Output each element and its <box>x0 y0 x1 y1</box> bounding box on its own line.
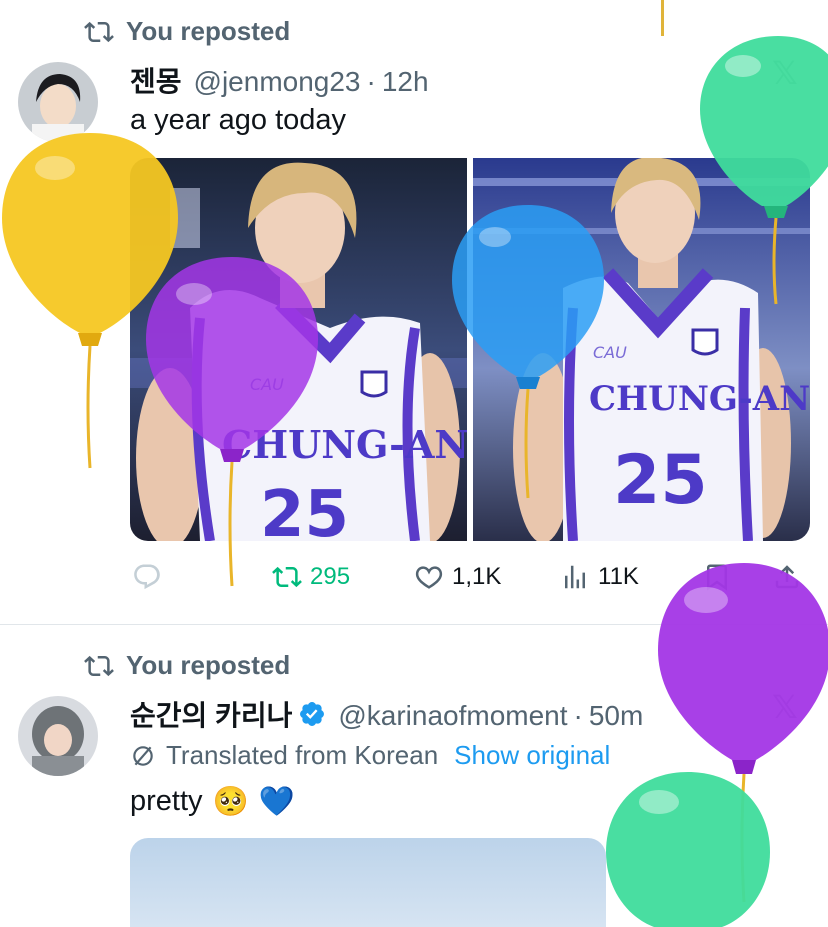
author-line: 젠몽 @jenmong23 · 12h <box>130 60 429 100</box>
avatar[interactable] <box>18 62 98 142</box>
separator: · <box>366 66 376 97</box>
display-name[interactable]: 순간의 카리나 <box>130 694 292 734</box>
repost-icon <box>272 566 302 588</box>
translation-notice: Translated from Korean Show original <box>130 740 610 771</box>
translated-label: Translated from Korean <box>166 740 439 770</box>
timestamp[interactable]: 50m <box>589 700 643 732</box>
jersey-team: CHUNG-ANG <box>589 379 810 419</box>
jersey-small-label: CAU <box>593 343 627 362</box>
tweet-text: a year ago today <box>130 104 347 136</box>
reply-button[interactable] <box>132 562 170 592</box>
repost-label: You reposted <box>126 16 291 46</box>
repost-indicator: You reposted <box>84 16 290 47</box>
jersey-small-label: CAU <box>250 375 284 394</box>
repost-button[interactable]: 295 <box>272 562 350 592</box>
media-image-1[interactable]: CAU CHUNG-ANG 25 <box>130 158 467 541</box>
author-line: 순간의 카리나 @karinaofmoment · 50m <box>130 694 700 734</box>
views-button[interactable]: 11K <box>560 562 639 592</box>
jersey-number: 25 <box>613 441 708 520</box>
jersey-team: CHUNG-ANG <box>222 422 467 467</box>
verified-badge-icon <box>300 702 325 726</box>
repost-icon <box>84 21 114 42</box>
translate-icon <box>133 745 153 766</box>
reply-icon <box>134 564 160 590</box>
media-image-2[interactable]: CAU CHUNG-ANG 25 <box>473 158 810 541</box>
avatar[interactable] <box>18 696 98 776</box>
handle[interactable]: @karinaofmoment <box>338 700 567 732</box>
media-image[interactable] <box>130 838 606 927</box>
jersey-number: 25 <box>260 478 349 541</box>
teal-balloon <box>606 772 770 927</box>
share-icon <box>775 565 799 589</box>
display-name[interactable]: 젠몽 <box>130 60 182 100</box>
x-logo-icon: 𝕏 <box>772 55 798 91</box>
views-count: 11K <box>598 563 639 590</box>
timestamp[interactable]: 12h <box>382 66 429 98</box>
blue-heart-emoji: 💙 <box>258 784 295 818</box>
repost-label: You reposted <box>126 650 291 680</box>
tweet-text: pretty 🥺 💙 <box>130 784 295 819</box>
share-button[interactable] <box>772 562 802 592</box>
pleading-face-emoji: 🥺 <box>212 784 249 818</box>
balloon-string <box>661 0 664 36</box>
show-original-link[interactable]: Show original <box>454 740 610 771</box>
like-button[interactable]: 1,1K <box>414 562 501 592</box>
heart-icon <box>415 566 443 589</box>
views-icon <box>565 565 585 589</box>
repost-count: 295 <box>310 563 351 590</box>
divider <box>0 624 828 625</box>
tweet-text-content: pretty <box>130 785 203 817</box>
repost-indicator: You reposted <box>84 650 290 681</box>
handle[interactable]: @jenmong23 <box>194 66 361 98</box>
bookmark-button[interactable] <box>702 562 732 592</box>
bookmark-icon <box>707 564 727 591</box>
like-count: 1,1K <box>452 563 502 590</box>
separator: · <box>573 700 583 731</box>
x-logo-icon: 𝕏 <box>772 689 798 725</box>
repost-icon <box>84 655 114 676</box>
